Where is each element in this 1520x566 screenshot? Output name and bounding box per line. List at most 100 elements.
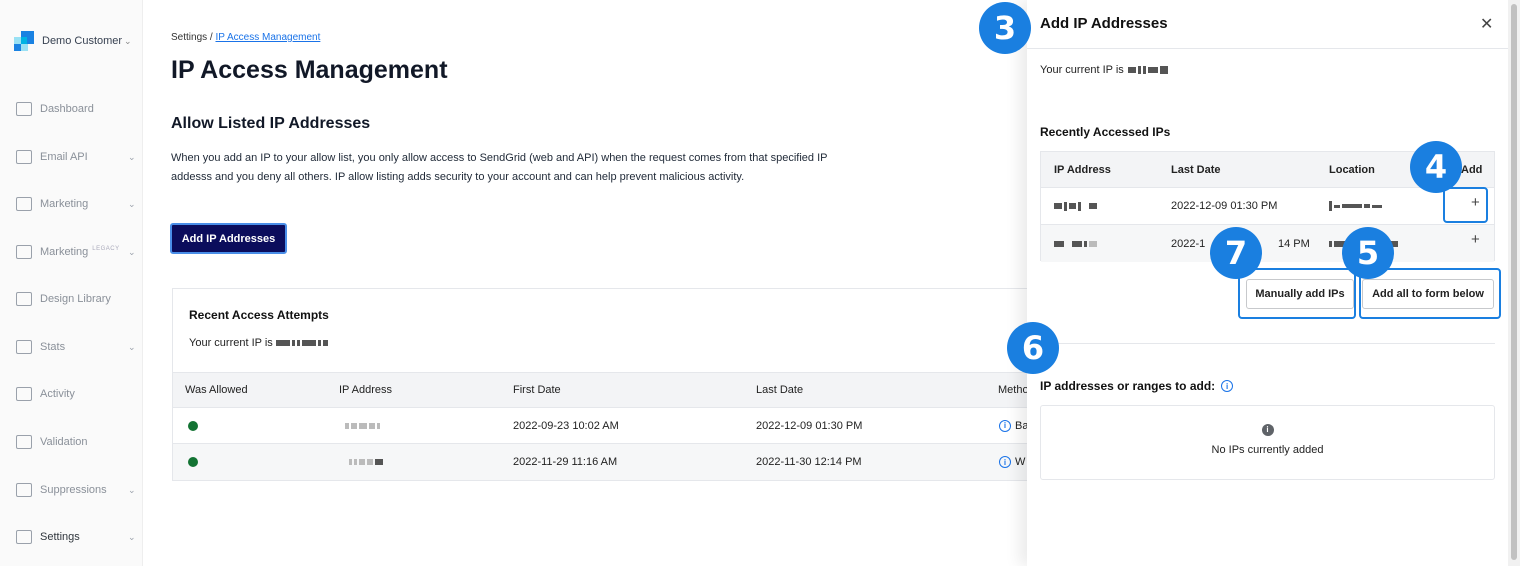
current-ip: Your current IP is xyxy=(1040,64,1168,76)
account-switcher[interactable]: Demo Customer ⌄ xyxy=(14,31,132,51)
last-date-tail: 14 PM xyxy=(1278,237,1310,250)
chevron-down-icon: ⌄ xyxy=(128,151,136,162)
table-row: 2022-11-29 11:16 AM 2022-11-30 12:14 PM … xyxy=(173,444,1041,480)
ranges-label: IP addresses or ranges to add: i xyxy=(1040,379,1234,393)
col-add: Add xyxy=(1461,163,1483,176)
sidebar-item-label: Marketing xyxy=(40,246,89,258)
page-title: IP Access Management xyxy=(171,56,448,84)
breadcrumb: Settings / IP Access Management xyxy=(171,32,320,43)
sendgrid-logo xyxy=(14,31,34,51)
chevron-down-icon: ⌄ xyxy=(128,531,136,542)
ips-to-add-box: i No IPs currently added xyxy=(1040,405,1495,480)
sidebar-item-label: Marketing xyxy=(40,198,89,210)
first-date: 2022-11-29 11:16 AM xyxy=(513,456,618,468)
sliders-icon xyxy=(16,530,32,544)
divider xyxy=(1040,343,1495,344)
current-ip-label: Your current IP is xyxy=(1040,64,1124,76)
annotation-badge-5: 5 xyxy=(1342,227,1394,279)
megaphone-icon xyxy=(16,197,32,211)
sidebar-item-marketing-legacy[interactable]: Marketing LEGACY ⌄ xyxy=(16,245,136,259)
account-name: Demo Customer xyxy=(42,35,123,47)
sidebar-item-label: Design Library xyxy=(40,293,111,305)
sidebar-item-dashboard[interactable]: Dashboard xyxy=(16,102,136,116)
last-date: 2022-1 xyxy=(1171,237,1206,250)
sidebar-item-label: Settings xyxy=(40,531,80,543)
method-text: W xyxy=(1015,456,1026,468)
recently-accessed-title: Recently Accessed IPs xyxy=(1040,125,1171,139)
sidebar-item-settings[interactable]: Settings ⌄ xyxy=(16,530,136,544)
breadcrumb-settings[interactable]: Settings xyxy=(171,32,207,43)
col-ip: IP Address xyxy=(1054,163,1111,176)
col-method: Metho xyxy=(998,384,1029,396)
sidebar-item-design-library[interactable]: Design Library xyxy=(16,292,136,306)
sidebar-item-activity[interactable]: Activity xyxy=(16,387,136,401)
ranges-label-text: IP addresses or ranges to add: xyxy=(1040,379,1216,393)
info-filled-icon: i xyxy=(1261,424,1274,436)
chevron-down-icon: ⌄ xyxy=(124,35,132,46)
col-last-date: Last Date xyxy=(756,384,804,396)
annotation-badge-4: 4 xyxy=(1410,141,1462,193)
chevron-down-icon: ⌄ xyxy=(128,341,136,352)
sidebar-item-label: Validation xyxy=(40,436,88,448)
info-icon[interactable]: i xyxy=(999,419,1011,432)
section-title: Allow Listed IP Addresses xyxy=(171,115,371,132)
breadcrumb-separator: / xyxy=(209,32,213,43)
allowed-indicator xyxy=(188,457,198,467)
redacted-ip xyxy=(349,459,383,465)
sidebar-item-suppressions[interactable]: Suppressions ⌄ xyxy=(16,483,136,497)
redacted-ip xyxy=(1054,240,1097,247)
redacted-location xyxy=(1329,201,1382,211)
last-date: 2022-12-09 01:30 PM xyxy=(1171,200,1278,212)
table-row: 2022-12-09 01:30 PM + xyxy=(1041,188,1494,225)
table-row: 2022-09-23 10:02 AM 2022-12-09 01:30 PM … xyxy=(173,408,1041,444)
design-tools-icon xyxy=(16,292,32,306)
table-header: Was Allowed IP Address First Date Last D… xyxy=(173,372,1041,408)
sidebar-item-stats[interactable]: Stats ⌄ xyxy=(16,340,136,354)
redacted-ip xyxy=(1054,201,1097,211)
info-icon[interactable]: i xyxy=(999,456,1011,468)
bar-chart-icon xyxy=(16,340,32,354)
col-first-date: First Date xyxy=(513,384,561,396)
col-was-allowed: Was Allowed xyxy=(185,384,248,396)
redacted-ip xyxy=(345,422,380,429)
col-ip-address: IP Address xyxy=(339,384,392,396)
megaphone-icon xyxy=(16,245,32,259)
sidebar-item-marketing[interactable]: Marketing ⌄ xyxy=(16,197,136,211)
legacy-badge: LEGACY xyxy=(92,246,120,252)
add-ip-plus-button[interactable]: + xyxy=(1471,231,1480,248)
annotation-badge-3: 3 xyxy=(979,2,1031,54)
sidebar-item-label: Stats xyxy=(40,341,66,353)
annotation-badge-6: 6 xyxy=(1007,322,1059,374)
annotation-outline-7 xyxy=(1238,268,1356,319)
sidebar-item-email-api[interactable]: Email API ⌄ xyxy=(16,150,136,164)
table-row: 2022-1 14 PM + xyxy=(1041,225,1494,262)
info-icon[interactable]: i xyxy=(1221,380,1234,392)
sidebar-item-validation[interactable]: Validation xyxy=(16,435,136,449)
annotation-badge-7: 7 xyxy=(1210,227,1262,279)
breadcrumb-current[interactable]: IP Access Management xyxy=(215,32,320,43)
sidebar-item-label: Suppressions xyxy=(40,484,107,496)
add-ip-addresses-button[interactable]: Add IP Addresses xyxy=(170,223,287,254)
method[interactable]: i Ba xyxy=(999,419,1028,432)
redacted-ip xyxy=(1127,66,1168,74)
empty-state-text: No IPs currently added xyxy=(1211,444,1324,456)
at-check-icon xyxy=(16,435,32,449)
annotation-outline-4 xyxy=(1443,187,1488,223)
redacted-ip xyxy=(275,340,328,346)
last-date: 2022-11-30 12:14 PM xyxy=(756,456,862,468)
method[interactable]: iW xyxy=(999,456,1025,468)
chevron-down-icon: ⌄ xyxy=(128,246,136,257)
card-title: Recent Access Attempts xyxy=(189,308,329,322)
last-date: 2022-12-09 01:30 PM xyxy=(756,419,863,432)
mail-block-icon xyxy=(16,483,32,497)
close-icon[interactable]: ✕ xyxy=(1480,14,1493,34)
scrollbar[interactable] xyxy=(1508,0,1520,566)
terminal-icon xyxy=(16,150,32,164)
sidebar: Demo Customer ⌄ Dashboard Email API ⌄ Marke… xyxy=(0,0,143,566)
mail-search-icon xyxy=(16,387,32,401)
col-last-date: Last Date xyxy=(1171,163,1221,176)
section-description: When you add an IP to your allow list, y… xyxy=(171,152,828,183)
gauge-icon xyxy=(16,102,32,116)
panel-title: Add IP Addresses xyxy=(1040,15,1168,32)
current-ip: Your current IP is xyxy=(189,337,328,349)
